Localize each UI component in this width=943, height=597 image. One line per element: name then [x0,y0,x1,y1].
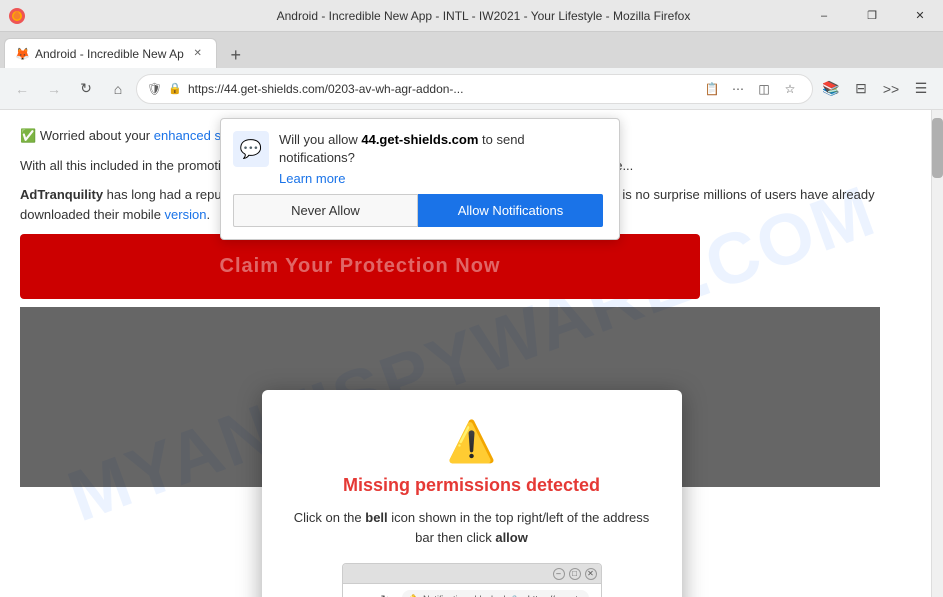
url-domain: https://44.get-shields.com [188,82,325,96]
notification-popup: 💬 Will you allow 44.get-shields.com to s… [220,118,620,240]
never-allow-button[interactable]: Never Allow [233,194,418,227]
bookmark-list-button[interactable]: 📋 [700,77,724,101]
tab-bar: 🦊 Android - Incredible New Ap ✕ + [0,32,943,68]
url-path: /0203-av-wh-agr-addon-... [325,82,464,96]
notification-text-block: Will you allow 44.get-shields.com to sen… [279,131,603,186]
window-controls: – ❐ ✕ [801,0,943,31]
preview-nav-bar: ← → ↻ 🔔 Notifications blocked 🔒 https://… [343,584,601,597]
reload-button[interactable]: ↻ [72,75,100,103]
permissions-title: Missing permissions detected [286,475,658,496]
restore-button[interactable]: ❐ [849,0,895,31]
toolbar-right: 📚 ⊟ >> ☰ [817,75,935,103]
version-link[interactable]: version [165,207,207,222]
active-tab[interactable]: 🦊 Android - Incredible New Ap ✕ [4,38,217,68]
shield-icon: 🛡 [147,82,162,96]
minimize-button[interactable]: – [801,0,847,31]
check-icon: ✅ [20,128,36,143]
chat-icon: 💬 [240,139,262,160]
lock-icon: 🔒 [168,82,182,95]
pocket-button[interactable]: ◫ [752,77,776,101]
preview-forward: → [366,593,377,597]
notification-icon: 💬 [233,131,269,167]
home-button[interactable]: ⌂ [104,75,132,103]
preview-back: ← [351,593,362,597]
more-button[interactable]: ⋯ [726,77,750,101]
window-title: Android - Incredible New App - INTL - IW… [32,9,935,23]
permissions-description: Click on the bell icon shown in the top … [286,508,658,547]
brand-name: AdTranquility [20,187,103,202]
extensions-button[interactable]: >> [877,75,905,103]
allow-bold: allow [495,530,528,545]
close-button[interactable]: ✕ [897,0,943,31]
preview-url-bar: 🔔 Notifications blocked 🔒 https://... ▲ [402,590,589,597]
preview-nav: ← → ↻ [351,593,390,597]
notification-domain: 44.get-shields.com [361,132,478,147]
permissions-modal: ⚠️ Missing permissions detected Click on… [262,390,682,597]
warning-icon: ⚠️ [286,418,658,465]
scrollbar-thumb[interactable] [932,118,943,178]
library-button[interactable]: 📚 [817,75,845,103]
bell-bold: bell [365,510,387,525]
preview-reload: ↻ [381,593,390,597]
red-banner-text: Claim Your Protection Now [220,255,501,278]
url-text: https://44.get-shields.com/0203-av-wh-ag… [188,82,694,96]
permissions-preview: – □ ✕ ← → ↻ 🔔 Notifications blocked 🔒 ht… [342,563,602,597]
notification-buttons: Never Allow Allow Notifications [233,194,603,227]
page-content: MYANTISPYWARE.COM ✅ Worried about your e… [0,110,943,597]
url-actions: 📋 ⋯ ◫ ☆ [700,77,802,101]
url-bar[interactable]: 🛡 🔒 https://44.get-shields.com/0203-av-w… [136,74,813,104]
red-banner: Claim Your Protection Now [20,234,700,299]
preview-close: ✕ [585,568,597,580]
firefox-icon [8,7,26,25]
title-bar: Android - Incredible New App - INTL - IW… [0,0,943,32]
star-button[interactable]: ☆ [778,77,802,101]
scrollbar[interactable] [931,110,943,597]
tab-title: Android - Incredible New Ap [35,47,184,61]
notification-question: Will you allow 44.get-shields.com to sen… [279,131,603,167]
preview-minimize: – [553,568,565,580]
learn-more-link[interactable]: Learn more [279,171,603,186]
notification-header: 💬 Will you allow 44.get-shields.com to s… [233,131,603,186]
preview-cursor: ▲ [571,592,583,597]
back-button[interactable]: ← [8,75,36,103]
preview-title-bar: – □ ✕ [343,564,601,584]
tab-favicon: 🦊 [15,47,29,61]
preview-bell-icon: 🔔 [408,594,419,597]
preview-restore: □ [569,568,581,580]
address-bar: ← → ↻ ⌂ 🛡 🔒 https://44.get-shields.com/0… [0,68,943,110]
new-tab-button[interactable]: + [221,42,251,68]
allow-notifications-button[interactable]: Allow Notifications [418,194,603,227]
feature-text-1: Worried about your [40,128,154,143]
forward-button[interactable]: → [40,75,68,103]
tab-close-button[interactable]: ✕ [190,46,206,62]
sync-button[interactable]: ⊟ [847,75,875,103]
menu-button[interactable]: ☰ [907,75,935,103]
